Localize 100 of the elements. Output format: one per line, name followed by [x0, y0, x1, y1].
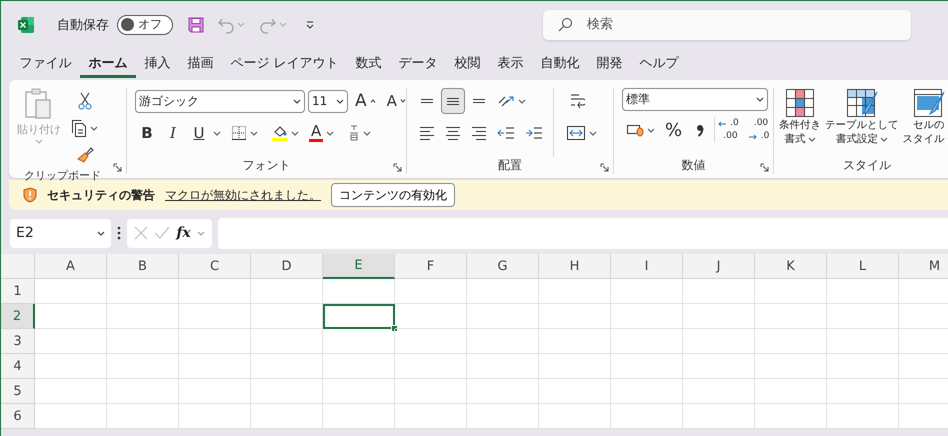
grid-cell[interactable] [827, 354, 899, 379]
row-header[interactable]: 1 [1, 279, 35, 304]
grid-cell[interactable] [179, 329, 251, 354]
grid-cell[interactable] [395, 404, 467, 429]
ribbon-tab[interactable]: 校閲 [446, 50, 490, 78]
grid-cell[interactable] [35, 304, 107, 329]
grid-cell[interactable] [539, 329, 611, 354]
grid-cell[interactable] [539, 354, 611, 379]
grid-cell[interactable] [323, 354, 395, 379]
grid-cell[interactable] [107, 329, 179, 354]
grid-cell[interactable] [611, 379, 683, 404]
grid-cell[interactable] [251, 379, 323, 404]
cancel-icon[interactable] [134, 226, 148, 240]
grid-cell[interactable] [827, 404, 899, 429]
ribbon-tab[interactable]: 自動化 [532, 50, 588, 78]
grid-cell[interactable] [467, 329, 539, 354]
search-input[interactable]: 検索 [585, 16, 911, 33]
active-cell[interactable] [323, 304, 395, 329]
ribbon-tab[interactable]: 開発 [588, 50, 632, 78]
italic-button[interactable]: I [161, 120, 185, 146]
column-header[interactable]: E [323, 254, 395, 279]
ribbon-tab[interactable]: データ [390, 50, 446, 78]
grid-cell[interactable] [107, 354, 179, 379]
enable-content-button[interactable]: コンテンツの有効化 [331, 183, 455, 207]
column-header[interactable]: H [539, 254, 611, 279]
autosave-toggle[interactable]: オフ [117, 14, 173, 34]
style-gallery-button[interactable]: セルの スタイル [902, 88, 948, 157]
grid-cell[interactable] [395, 279, 467, 304]
dialog-launcher-icon[interactable] [113, 163, 122, 172]
warning-message-link[interactable]: マクロが無効にされました。 [165, 186, 321, 204]
ribbon-tab[interactable]: ファイル [11, 50, 80, 78]
font-color-button[interactable]: A [305, 120, 338, 146]
ribbon-tab[interactable]: 挿入 [136, 50, 179, 78]
grid-cell[interactable] [107, 304, 179, 329]
grid-cell[interactable] [467, 404, 539, 429]
grid-cell[interactable] [179, 279, 251, 304]
grid-cell[interactable] [827, 379, 899, 404]
grid-cell[interactable] [35, 279, 107, 304]
search-field[interactable]: 検索 [543, 10, 911, 40]
ribbon-tab[interactable]: ヘルプ [631, 50, 688, 78]
ribbon-tab[interactable]: 数式 [347, 50, 390, 78]
row-header[interactable]: 4 [1, 354, 35, 379]
grid-cell[interactable] [611, 354, 683, 379]
customize-toolbar-icon[interactable] [305, 20, 315, 30]
grid-cell[interactable] [539, 404, 611, 429]
grid-cell[interactable] [395, 329, 467, 354]
align-middle-button[interactable] [441, 88, 465, 114]
check-icon[interactable] [154, 226, 170, 240]
bold-button[interactable]: B [135, 120, 159, 146]
shrink-font-button[interactable]: A [382, 88, 410, 114]
row-header[interactable]: 3 [1, 329, 35, 354]
grid-cell[interactable] [611, 329, 683, 354]
grid-cell[interactable] [467, 354, 539, 379]
grid-cell[interactable] [323, 329, 395, 354]
ribbon-tab[interactable]: ページ レイアウト [222, 50, 348, 78]
grid-cell[interactable] [539, 304, 611, 329]
grid-cell[interactable] [683, 404, 755, 429]
style-gallery-button[interactable]: テーブルとして 書式設定 [824, 88, 900, 157]
row-header[interactable]: 5 [1, 379, 35, 404]
grid-cell[interactable] [611, 304, 683, 329]
grid-cell[interactable] [395, 304, 467, 329]
font-size-select[interactable]: 11 [308, 90, 348, 112]
grid-cell[interactable] [323, 279, 395, 304]
select-all-corner[interactable] [1, 254, 35, 279]
column-header[interactable]: F [395, 254, 467, 279]
grid-cell[interactable] [179, 304, 251, 329]
ribbon-tab[interactable]: 表示 [489, 50, 532, 78]
column-header[interactable]: C [179, 254, 251, 279]
grid-cell[interactable] [107, 404, 179, 429]
column-header[interactable]: D [251, 254, 323, 279]
grid-cell[interactable] [539, 279, 611, 304]
grid-cell[interactable] [683, 354, 755, 379]
grid-cell[interactable] [251, 354, 323, 379]
grid-cell[interactable] [251, 329, 323, 354]
grid-cell[interactable] [395, 354, 467, 379]
grid-cell[interactable] [827, 329, 899, 354]
row-header[interactable]: 6 [1, 404, 35, 429]
grid-cell[interactable] [467, 279, 539, 304]
grid-cell[interactable] [251, 404, 323, 429]
grid-cell[interactable] [827, 304, 899, 329]
underline-button[interactable]: U [187, 120, 211, 146]
grid-cell[interactable] [251, 304, 323, 329]
grid-cell[interactable] [35, 354, 107, 379]
grid-cell[interactable] [179, 379, 251, 404]
grid-cell[interactable] [755, 304, 827, 329]
formula-input[interactable] [218, 218, 948, 248]
grid-cell[interactable] [107, 279, 179, 304]
save-icon[interactable] [187, 16, 205, 34]
insert-function-button[interactable]: fx [176, 225, 191, 241]
column-header[interactable]: L [827, 254, 899, 279]
decrease-decimal-button[interactable]: .00 .0 [744, 117, 774, 143]
grid-cell[interactable] [683, 329, 755, 354]
column-header[interactable]: M [899, 254, 948, 279]
grid-cell[interactable] [683, 279, 755, 304]
grid-cell[interactable] [539, 379, 611, 404]
font-name-select[interactable]: 游ゴシック [135, 90, 305, 112]
style-gallery-button[interactable]: 条件付き 書式 [778, 88, 822, 157]
grid-cell[interactable] [755, 404, 827, 429]
increase-decimal-button[interactable]: .0 .00 [714, 117, 743, 143]
grid-cell[interactable] [611, 404, 683, 429]
